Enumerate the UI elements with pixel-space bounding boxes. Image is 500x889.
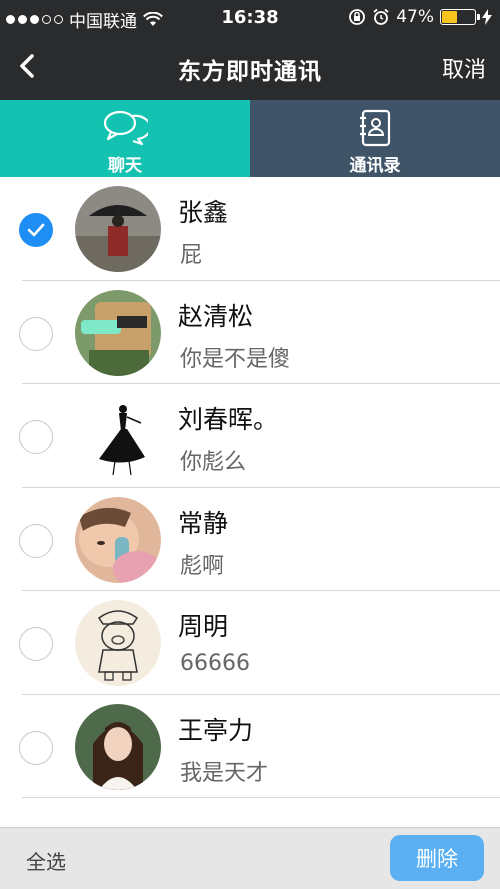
list-item[interactable]: 刘春晖。 你彪么 bbox=[0, 384, 500, 488]
select-checkbox[interactable] bbox=[19, 316, 53, 351]
tab-contacts[interactable]: 通讯录 bbox=[250, 100, 500, 177]
contact-name: 常静 bbox=[178, 508, 229, 538]
select-checkbox[interactable] bbox=[19, 627, 53, 661]
select-checkbox[interactable] bbox=[19, 213, 53, 247]
last-message: 我是天才 bbox=[180, 760, 269, 786]
avatar bbox=[75, 600, 161, 686]
contact-name: 刘春晖。 bbox=[178, 405, 279, 434]
list-item[interactable]: 常静 彪啊 bbox=[0, 488, 500, 591]
tab-chat-label: 聊天 bbox=[108, 156, 142, 176]
rotation-lock-icon bbox=[349, 9, 366, 25]
status-bar: 中国联通 16:38 47% bbox=[0, 0, 500, 34]
contact-name: 张鑫 bbox=[178, 198, 229, 227]
last-message: 你彪么 bbox=[180, 450, 247, 475]
select-checkbox[interactable] bbox=[19, 523, 53, 558]
tab-contacts-label: 通讯录 bbox=[349, 156, 401, 176]
alarm-icon bbox=[373, 8, 389, 25]
checkmark-icon bbox=[27, 223, 45, 237]
list-item[interactable]: 张鑫 屁 bbox=[0, 177, 500, 281]
avatar bbox=[75, 289, 161, 376]
list-item[interactable]: 赵清松 你是不是傻 bbox=[0, 281, 500, 384]
cancel-button[interactable]: 取消 bbox=[442, 52, 486, 84]
avatar bbox=[75, 496, 161, 583]
list-item[interactable]: 王亭力 我是天才 bbox=[0, 695, 500, 798]
avatar bbox=[75, 186, 161, 272]
list-item[interactable]: 周明 66666 bbox=[0, 591, 500, 695]
last-message: 66666 bbox=[180, 651, 250, 676]
chat-bubbles-icon bbox=[103, 110, 148, 146]
contact-name: 赵清松 bbox=[178, 301, 254, 331]
last-message: 彪啊 bbox=[180, 553, 225, 579]
select-all-button[interactable]: 全选 bbox=[26, 846, 66, 875]
row-divider bbox=[22, 797, 500, 798]
select-checkbox[interactable] bbox=[19, 420, 53, 454]
page-title: 东方即时通讯 bbox=[178, 59, 322, 85]
avatar bbox=[75, 703, 161, 790]
bottom-action-bar: 全选 删除 bbox=[0, 827, 500, 889]
battery-icon bbox=[440, 9, 480, 25]
battery-percent: 47% bbox=[396, 7, 434, 27]
tab-chat[interactable]: 聊天 bbox=[0, 100, 250, 177]
last-message: 你是不是傻 bbox=[180, 346, 291, 372]
nav-bar: 东方即时通讯 取消 bbox=[0, 34, 500, 100]
battery-level bbox=[442, 11, 458, 23]
contact-list: 张鑫 屁 赵清松 你是不是傻 刘春晖。 你彪么 常静 彪啊 周明 66666 王… bbox=[0, 177, 500, 798]
charging-icon bbox=[482, 9, 492, 25]
status-right: 47% bbox=[348, 7, 492, 27]
delete-button[interactable]: 删除 bbox=[390, 835, 484, 881]
tab-bar: 聊天 通讯录 bbox=[0, 100, 500, 177]
contact-name: 周明 bbox=[178, 612, 229, 641]
avatar bbox=[75, 393, 161, 479]
contact-name: 王亭力 bbox=[178, 715, 254, 745]
last-message: 屁 bbox=[180, 243, 203, 268]
contact-book-icon bbox=[360, 109, 391, 147]
select-checkbox[interactable] bbox=[19, 730, 53, 765]
